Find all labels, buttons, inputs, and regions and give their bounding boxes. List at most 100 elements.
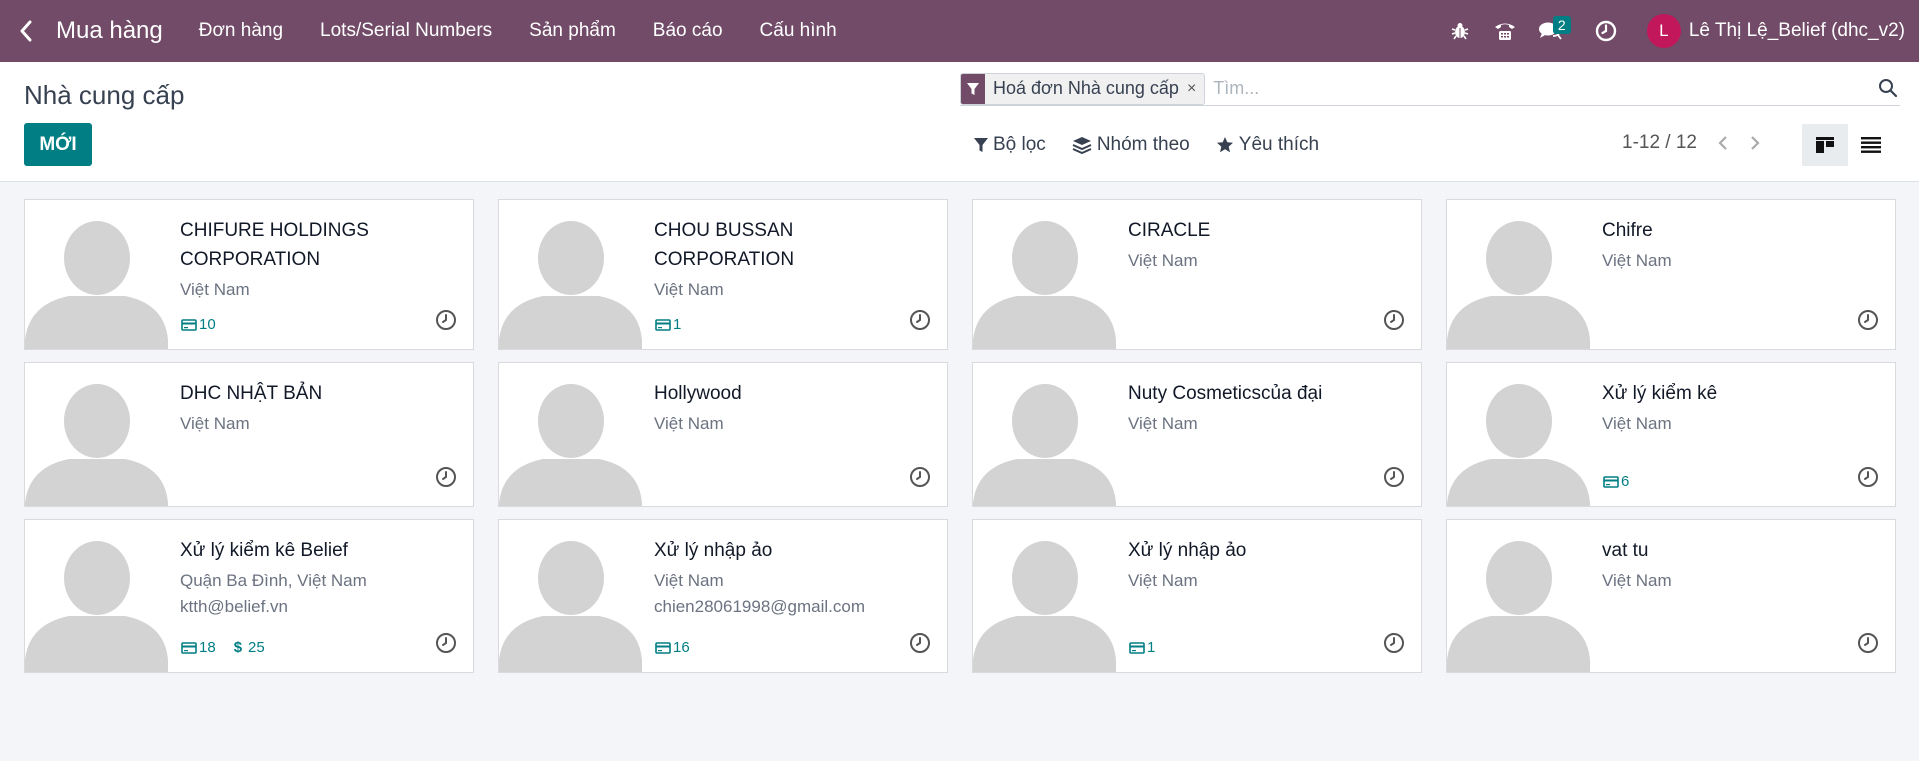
back-icon[interactable]: [2, 0, 50, 62]
vendor-bills-stat[interactable]: 16: [655, 639, 690, 656]
vendor-card[interactable]: CHOU BUSSAN CORPORATION Việt Nam 1: [498, 199, 948, 350]
star-icon: [1216, 137, 1233, 153]
vendor-card[interactable]: CHIFURE HOLDINGS CORPORATION Việt Nam 10: [24, 199, 474, 350]
vendor-card-body: CHIFURE HOLDINGS CORPORATION Việt Nam: [180, 216, 459, 300]
vendor-avatar-placeholder: [25, 520, 168, 672]
filters-button[interactable]: Bộ lọc: [974, 134, 1046, 156]
vendor-card[interactable]: Xử lý kiểm kê Việt Nam 6: [1446, 362, 1896, 507]
vendor-card-body: Xử lý nhập ảo Việt Nam: [1128, 536, 1407, 591]
vendor-card[interactable]: DHC NHẬT BẢN Việt Nam: [24, 362, 474, 507]
vendor-name: Hollywood: [654, 383, 742, 404]
pager-previous-icon[interactable]: [1707, 135, 1739, 151]
vendor-card-footer: 10: [181, 316, 234, 333]
activity-clock-icon[interactable]: [909, 466, 931, 493]
menu-item-reports[interactable]: Báo cáo: [653, 20, 723, 42]
credit-card-icon: [181, 641, 197, 654]
user-name: Lê Thị Lệ_Belief (dhc_v2): [1688, 20, 1905, 41]
vendor-name: Nuty Cosmeticscủa đại: [1128, 383, 1323, 404]
menu-item-products[interactable]: Sản phẩm: [529, 20, 616, 42]
vendor-card[interactable]: vat tu Việt Nam: [1446, 519, 1896, 673]
activity-clock-icon[interactable]: [435, 632, 457, 659]
activity-clock-icon[interactable]: [1383, 632, 1405, 659]
activity-clock-icon[interactable]: [1383, 466, 1405, 493]
vendor-purchase-amount: 25: [248, 639, 265, 656]
vendor-bills-stat[interactable]: 18: [181, 639, 216, 656]
vendor-bills-stat[interactable]: 1: [1129, 639, 1155, 656]
menu-item-orders[interactable]: Đơn hàng: [199, 20, 283, 42]
activity-clock-icon[interactable]: [909, 309, 931, 336]
vendor-email: ktth@belief.vn: [180, 597, 288, 616]
vendor-address: Việt Nam: [1602, 414, 1672, 433]
group-by-button[interactable]: Nhóm theo: [1072, 134, 1190, 156]
menu-item-configuration[interactable]: Cấu hình: [760, 20, 837, 42]
vendor-purchase-stat[interactable]: $25: [234, 639, 265, 656]
search-icon[interactable]: [1878, 78, 1898, 103]
control-panel: Nhà cung cấp MỚI Hoá đơn Nhà cung cấp × …: [0, 62, 1919, 182]
search-input[interactable]: [1213, 78, 1854, 99]
vendor-avatar-placeholder: [25, 363, 168, 506]
vendor-avatar-placeholder: [973, 363, 1116, 506]
vendor-bills-stat[interactable]: 6: [1603, 473, 1629, 490]
view-switcher: [1802, 124, 1894, 166]
vendor-name: DHC NHẬT BẢN: [180, 383, 323, 404]
vendor-card[interactable]: Xử lý kiểm kê Belief Quận Ba Đình, Việt …: [24, 519, 474, 673]
pager-next-icon[interactable]: [1739, 135, 1771, 151]
app-name[interactable]: Mua hàng: [56, 17, 163, 45]
favorites-button[interactable]: Yêu thích: [1216, 134, 1319, 156]
messages-badge: 2: [1552, 16, 1571, 34]
vendor-card[interactable]: Chifre Việt Nam: [1446, 199, 1896, 350]
vendor-avatar-placeholder: [1447, 520, 1590, 672]
activity-clock-icon[interactable]: [1857, 632, 1879, 659]
activity-clock-icon[interactable]: [1857, 309, 1879, 336]
activity-clock-icon[interactable]: [909, 632, 931, 659]
activity-clock-icon[interactable]: [435, 466, 457, 493]
pager-value[interactable]: 1-12 / 12: [1622, 132, 1697, 154]
vendor-card-footer: 18 $25: [181, 639, 283, 656]
filters-label: Bộ lọc: [993, 134, 1046, 155]
bug-icon[interactable]: [1439, 0, 1481, 62]
vendor-bills-count: 6: [1621, 473, 1630, 490]
messages-icon[interactable]: 2: [1529, 0, 1571, 62]
vendor-card[interactable]: Nuty Cosmeticscủa đại Việt Nam: [972, 362, 1422, 507]
vendor-address: Quận Ba Đình, Việt Nam: [180, 571, 367, 590]
vendor-address: Việt Nam: [1602, 251, 1672, 270]
activity-clock-icon[interactable]: [1857, 466, 1879, 493]
vendor-bills-count: 1: [1147, 639, 1156, 656]
activity-clock-icon[interactable]: [1585, 0, 1627, 62]
phone-icon[interactable]: [1484, 0, 1526, 62]
pager: 1-12 / 12: [1622, 132, 1771, 154]
vendor-address: Việt Nam: [1128, 571, 1198, 590]
vendor-card[interactable]: Xử lý nhập ảo Việt Nam 1: [972, 519, 1422, 673]
vendor-bills-count: 18: [199, 639, 216, 656]
vendor-avatar-placeholder: [973, 200, 1116, 349]
vendor-kanban: CHIFURE HOLDINGS CORPORATION Việt Nam 10…: [24, 199, 1896, 673]
kanban-view-icon[interactable]: [1802, 124, 1848, 166]
funnel-icon: [974, 138, 988, 152]
vendor-card-footer: 1: [655, 316, 699, 333]
vendor-bills-count: 1: [673, 316, 682, 333]
top-navbar: Mua hàng Đơn hàng Lots/Serial Numbers Sả…: [0, 0, 1919, 62]
vendor-card-body: Nuty Cosmeticscủa đại Việt Nam: [1128, 379, 1407, 434]
vendor-card-footer: 1: [1129, 639, 1173, 656]
menu-item-lots-serial[interactable]: Lots/Serial Numbers: [320, 20, 492, 42]
vendor-avatar-placeholder: [499, 363, 642, 506]
vendor-card[interactable]: Hollywood Việt Nam: [498, 362, 948, 507]
vendor-bills-stat[interactable]: 10: [181, 316, 216, 333]
vendor-card-body: Xử lý kiểm kê Belief Quận Ba Đình, Việt …: [180, 536, 459, 617]
vendor-name: CHOU BUSSAN CORPORATION: [654, 220, 795, 270]
new-button[interactable]: MỚI: [24, 123, 92, 166]
vendor-card-body: CIRACLE Việt Nam: [1128, 216, 1407, 271]
vendor-card[interactable]: Xử lý nhập ảo Việt Nam chien28061998@gma…: [498, 519, 948, 673]
activity-clock-icon[interactable]: [1383, 309, 1405, 336]
vendor-card[interactable]: CIRACLE Việt Nam: [972, 199, 1422, 350]
activity-clock-icon[interactable]: [435, 309, 457, 336]
vendor-name: vat tu: [1602, 540, 1649, 561]
vendor-name: CIRACLE: [1128, 220, 1211, 241]
vendor-address: Việt Nam: [180, 280, 250, 299]
dollar-icon: $: [233, 639, 243, 656]
user-menu[interactable]: L Lê Thị Lệ_Belief (dhc_v2): [1646, 14, 1905, 48]
vendor-bills-stat[interactable]: 1: [655, 316, 681, 333]
vendor-avatar-placeholder: [499, 520, 642, 672]
list-view-icon[interactable]: [1848, 124, 1894, 166]
facet-remove-icon[interactable]: ×: [1184, 73, 1205, 104]
